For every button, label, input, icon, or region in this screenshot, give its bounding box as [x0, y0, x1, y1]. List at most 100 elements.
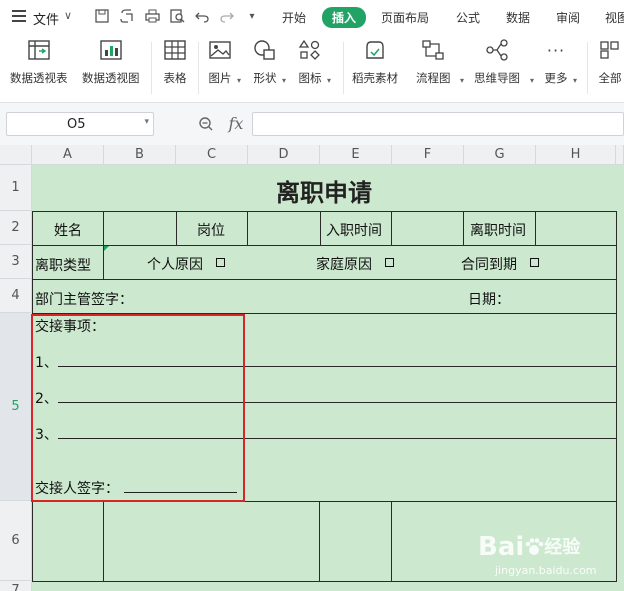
form-border [103, 211, 104, 245]
form-border [244, 438, 617, 439]
pivot-table-icon [26, 38, 52, 62]
checkbox-icon[interactable] [385, 258, 394, 267]
zoom-formula-icon[interactable] [198, 116, 214, 132]
form-border [32, 245, 617, 246]
row-header-1[interactable]: 1 [0, 165, 32, 211]
picture-button[interactable]: 图片 ▾ [207, 38, 241, 86]
leave-date-label[interactable]: 离职时间 [470, 220, 526, 240]
table-button[interactable]: 表格 [162, 38, 188, 86]
formula-tools: fx [198, 114, 243, 133]
column-header-d[interactable]: D [248, 145, 320, 165]
all-button[interactable]: 全部 [597, 38, 623, 86]
form-border [616, 211, 617, 582]
ribbon: 数据透视表 数据透视图 表格 图片 ▾ 形状 ▾ 图标 ▾ 稻壳素材 流程图 ▾… [0, 34, 624, 103]
formula-bar: O5 ▾ fx [0, 103, 624, 145]
column-header-a[interactable]: A [32, 145, 104, 165]
shape-icon [252, 38, 278, 62]
picture-icon [207, 38, 233, 62]
form-border [535, 211, 536, 245]
fx-button[interactable]: fx [228, 114, 243, 133]
row-header-4[interactable]: 4 [0, 279, 32, 313]
icons-button[interactable]: 图标 ▾ [297, 38, 331, 86]
tab-data[interactable]: 数据 [506, 9, 530, 26]
dropdown-caret-icon: ▾ [460, 76, 465, 85]
date-label[interactable]: 日期： [468, 289, 510, 309]
form-border [320, 211, 321, 245]
more-button[interactable]: ··· 更多 ▾ [543, 38, 578, 86]
icons-icon [297, 38, 323, 62]
shape-button[interactable]: 形状 ▾ [252, 38, 286, 86]
column-header-g[interactable]: G [464, 145, 536, 165]
ribbon-divider [343, 42, 344, 94]
selection-highlight [31, 314, 245, 502]
tab-formulas[interactable]: 公式 [456, 9, 480, 26]
row-header-5[interactable]: 5 [0, 313, 32, 501]
menu-icon[interactable] [12, 10, 26, 22]
paw-icon [524, 534, 544, 555]
dropdown-caret-icon: ▾ [282, 76, 287, 85]
form-border [319, 501, 320, 581]
row-header-2[interactable]: 2 [0, 211, 32, 245]
chevron-down-icon[interactable]: ▾ [144, 117, 149, 127]
option-personal[interactable]: 个人原因 [147, 254, 203, 274]
form-border [247, 211, 248, 245]
dropdown-caret-icon: ▾ [530, 76, 535, 85]
form-border [32, 211, 617, 212]
option-contract-expiry[interactable]: 合同到期 [461, 254, 517, 274]
mindmap-icon [484, 38, 510, 62]
chevron-down-icon[interactable]: ∨ [64, 9, 72, 22]
checkbox-icon[interactable] [216, 258, 225, 267]
position-label[interactable]: 岗位 [197, 220, 225, 240]
pivot-chart-button[interactable]: 数据透视图 [82, 38, 140, 86]
form-border [391, 211, 392, 245]
spreadsheet-grid[interactable]: A B C D E F G H 1 2 3 4 5 6 7 离职申请 姓名 岗位… [0, 145, 624, 591]
select-all-corner[interactable] [0, 145, 32, 165]
tab-review[interactable]: 审阅 [556, 9, 580, 26]
tab-home[interactable]: 开始 [282, 9, 306, 26]
column-header-f[interactable]: F [392, 145, 464, 165]
name-label[interactable]: 姓名 [54, 220, 82, 240]
table-icon [162, 38, 188, 62]
form-title[interactable]: 离职申请 [32, 173, 616, 208]
supervisor-signature-label[interactable]: 部门主管签字： [35, 289, 133, 309]
docer-material-button[interactable]: 稻壳素材 [352, 38, 398, 86]
tab-insert[interactable]: 插入 [322, 7, 367, 28]
hire-date-label[interactable]: 入职时间 [326, 220, 382, 240]
tab-view[interactable]: 视图 [605, 9, 624, 26]
export-icon[interactable] [119, 8, 135, 24]
save-icon[interactable] [94, 8, 110, 24]
row-header-3[interactable]: 3 [0, 245, 32, 279]
column-header-e[interactable]: E [320, 145, 392, 165]
column-header-h[interactable]: H [536, 145, 616, 165]
form-border [32, 581, 617, 582]
flowchart-icon [420, 38, 446, 62]
print-icon[interactable] [144, 8, 160, 24]
file-menu[interactable]: 文件 [33, 9, 59, 28]
form-border [103, 501, 104, 581]
pivot-chart-icon [98, 38, 124, 62]
tab-page-layout[interactable]: 页面布局 [381, 9, 429, 26]
flowchart-button[interactable]: 流程图 ▾ [416, 38, 464, 86]
checkbox-icon[interactable] [530, 258, 539, 267]
name-box[interactable]: O5 ▾ [6, 112, 154, 136]
row-header-7[interactable]: 7 [0, 581, 32, 591]
formula-input[interactable] [252, 112, 624, 136]
undo-icon[interactable] [194, 8, 210, 24]
all-icon [597, 38, 623, 62]
column-header-b[interactable]: B [104, 145, 176, 165]
customize-toolbar-icon[interactable]: ▾ [244, 8, 260, 24]
leave-type-label[interactable]: 离职类型 [35, 255, 91, 275]
row-header-6[interactable]: 6 [0, 501, 32, 581]
redo-icon[interactable] [219, 8, 235, 24]
mindmap-button[interactable]: 思维导图 ▾ [474, 38, 534, 86]
comment-marker [104, 246, 109, 251]
ribbon-divider [151, 42, 152, 94]
column-header-i[interactable] [616, 145, 624, 165]
column-header-c[interactable]: C [176, 145, 248, 165]
dropdown-caret-icon: ▾ [237, 76, 242, 85]
pivot-table-button[interactable]: 数据透视表 [10, 38, 68, 86]
print-preview-icon[interactable] [169, 8, 185, 24]
name-box-value: O5 [67, 117, 86, 132]
option-family[interactable]: 家庭原因 [316, 254, 372, 274]
watermark-url: jingyan.baidu.com [495, 564, 597, 577]
